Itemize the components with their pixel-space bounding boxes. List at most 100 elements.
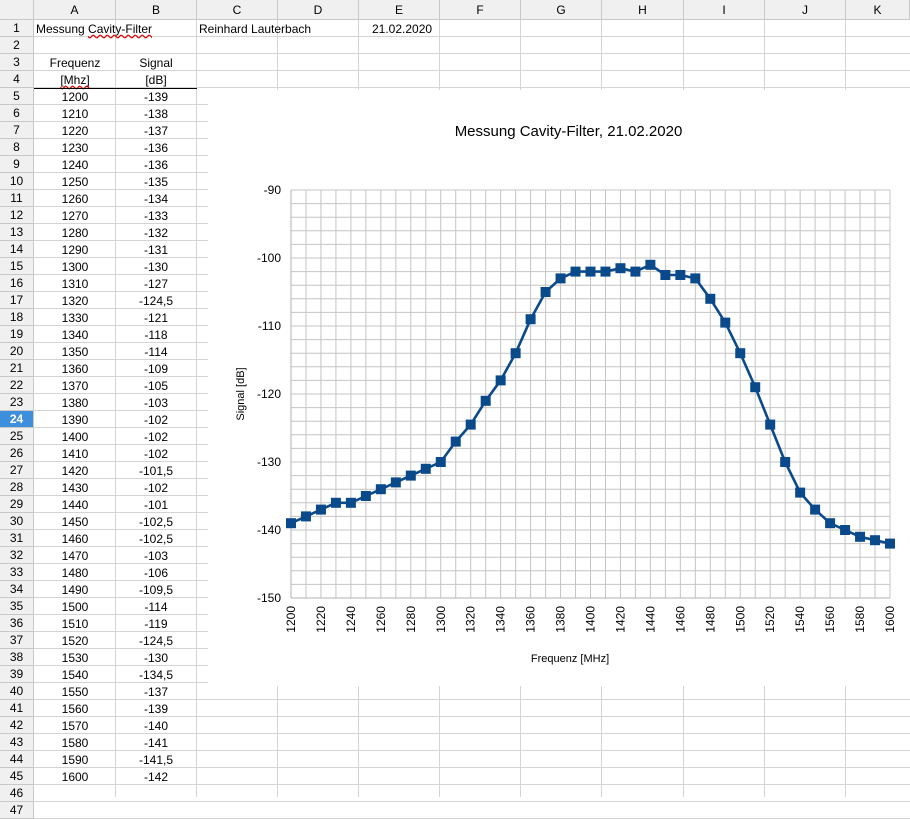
cell-frequency[interactable]: 1260 [35, 192, 115, 206]
row-header[interactable]: 39 [0, 666, 34, 683]
cell-signal[interactable]: -130 [116, 651, 196, 665]
cell-e1-date[interactable]: 21.02.2020 [372, 22, 432, 36]
cell-frequency[interactable]: 1560 [35, 702, 115, 716]
row-header[interactable]: 40 [0, 683, 34, 700]
row-header[interactable]: 23 [0, 394, 34, 411]
row-header[interactable]: 3 [0, 54, 34, 71]
row-header[interactable]: 47 [0, 802, 34, 819]
cell-frequency[interactable]: 1590 [35, 753, 115, 767]
cell-signal[interactable]: -102 [116, 430, 196, 444]
cell-signal[interactable]: -135 [116, 175, 196, 189]
cell-frequency[interactable]: 1410 [35, 447, 115, 461]
cell-frequency[interactable]: 1480 [35, 566, 115, 580]
cell-frequency[interactable]: 1200 [35, 90, 115, 104]
cell-frequency[interactable]: 1340 [35, 328, 115, 342]
row-header[interactable]: 36 [0, 615, 34, 632]
row-header[interactable]: 32 [0, 547, 34, 564]
column-header-a[interactable]: A [34, 0, 116, 20]
cell-frequency[interactable]: 1490 [35, 583, 115, 597]
row-header[interactable]: 46 [0, 785, 34, 802]
cell-signal[interactable]: -127 [116, 277, 196, 291]
cell-frequency[interactable]: 1270 [35, 209, 115, 223]
column-header-e[interactable]: E [359, 0, 440, 20]
row-header[interactable]: 11 [0, 190, 34, 207]
cell-signal[interactable]: -130 [116, 260, 196, 274]
column-header-i[interactable]: I [684, 0, 765, 20]
cell-frequency[interactable]: 1510 [35, 617, 115, 631]
cell-frequency[interactable]: 1320 [35, 294, 115, 308]
column-header-b[interactable]: B [116, 0, 197, 20]
cell-frequency[interactable]: 1450 [35, 515, 115, 529]
row-header[interactable]: 37 [0, 632, 34, 649]
cell-frequency[interactable]: 1230 [35, 141, 115, 155]
row-header[interactable]: 15 [0, 258, 34, 275]
cell-frequency[interactable]: 1540 [35, 668, 115, 682]
cell-frequency[interactable]: 1570 [35, 719, 115, 733]
row-header[interactable]: 20 [0, 343, 34, 360]
cell-frequency[interactable]: 1580 [35, 736, 115, 750]
cell-frequency[interactable]: 1500 [35, 600, 115, 614]
cell-signal[interactable]: -137 [116, 124, 196, 138]
cell-c1-author[interactable]: Reinhard Lauterbach [199, 22, 311, 36]
row-header[interactable]: 10 [0, 173, 34, 190]
row-header[interactable]: 43 [0, 734, 34, 751]
cell-frequency[interactable]: 1400 [35, 430, 115, 444]
row-header[interactable]: 14 [0, 241, 34, 258]
cell-signal[interactable]: -101 [116, 498, 196, 512]
row-header[interactable]: 28 [0, 479, 34, 496]
cell-frequency[interactable]: 1550 [35, 685, 115, 699]
cell-signal[interactable]: -124,5 [116, 294, 196, 308]
cell-frequency[interactable]: 1460 [35, 532, 115, 546]
row-header[interactable]: 18 [0, 309, 34, 326]
cell-signal[interactable]: -142 [116, 770, 196, 784]
cell-signal[interactable]: -118 [116, 328, 196, 342]
cell-a3-frequenz-header[interactable]: Frequenz [35, 56, 115, 70]
row-header[interactable]: 12 [0, 207, 34, 224]
cell-frequency[interactable]: 1430 [35, 481, 115, 495]
row-header[interactable]: 27 [0, 462, 34, 479]
row-header[interactable]: 1 [0, 20, 34, 37]
row-header[interactable]: 2 [0, 37, 34, 54]
column-header-g[interactable]: G [521, 0, 602, 20]
row-header[interactable]: 8 [0, 139, 34, 156]
row-header[interactable]: 5 [0, 88, 34, 105]
cell-frequency[interactable]: 1310 [35, 277, 115, 291]
cell-signal[interactable]: -141,5 [116, 753, 196, 767]
cell-signal[interactable]: -139 [116, 702, 196, 716]
row-header[interactable]: 35 [0, 598, 34, 615]
cell-signal[interactable]: -103 [116, 549, 196, 563]
cell-a1-title[interactable]: Messung Cavity-Filter [36, 22, 152, 36]
cell-signal[interactable]: -136 [116, 141, 196, 155]
cell-signal[interactable]: -102 [116, 413, 196, 427]
cell-signal[interactable]: -133 [116, 209, 196, 223]
cell-signal[interactable]: -132 [116, 226, 196, 240]
cell-signal[interactable]: -136 [116, 158, 196, 172]
row-header[interactable]: 13 [0, 224, 34, 241]
cell-frequency[interactable]: 1220 [35, 124, 115, 138]
row-header[interactable]: 19 [0, 326, 34, 343]
select-all-corner[interactable] [0, 0, 34, 20]
cell-signal[interactable]: -102 [116, 481, 196, 495]
row-header[interactable]: 41 [0, 700, 34, 717]
cell-signal[interactable]: -140 [116, 719, 196, 733]
row-header[interactable]: 34 [0, 581, 34, 598]
cell-frequency[interactable]: 1240 [35, 158, 115, 172]
cell-frequency[interactable]: 1330 [35, 311, 115, 325]
column-header-h[interactable]: H [602, 0, 684, 20]
cell-signal[interactable]: -124,5 [116, 634, 196, 648]
cell-signal[interactable]: -138 [116, 107, 196, 121]
row-header[interactable]: 22 [0, 377, 34, 394]
cell-frequency[interactable]: 1360 [35, 362, 115, 376]
row-header[interactable]: 30 [0, 513, 34, 530]
cell-frequency[interactable]: 1300 [35, 260, 115, 274]
cell-frequency[interactable]: 1520 [35, 634, 115, 648]
column-header-k[interactable]: K [846, 0, 910, 20]
cell-frequency[interactable]: 1250 [35, 175, 115, 189]
cell-signal[interactable]: -114 [116, 600, 196, 614]
column-header-f[interactable]: F [440, 0, 521, 20]
row-header[interactable]: 24 [0, 411, 34, 428]
row-header[interactable]: 4 [0, 71, 34, 88]
row-header[interactable]: 6 [0, 105, 34, 122]
cell-signal[interactable]: -114 [116, 345, 196, 359]
cell-signal[interactable]: -109,5 [116, 583, 196, 597]
